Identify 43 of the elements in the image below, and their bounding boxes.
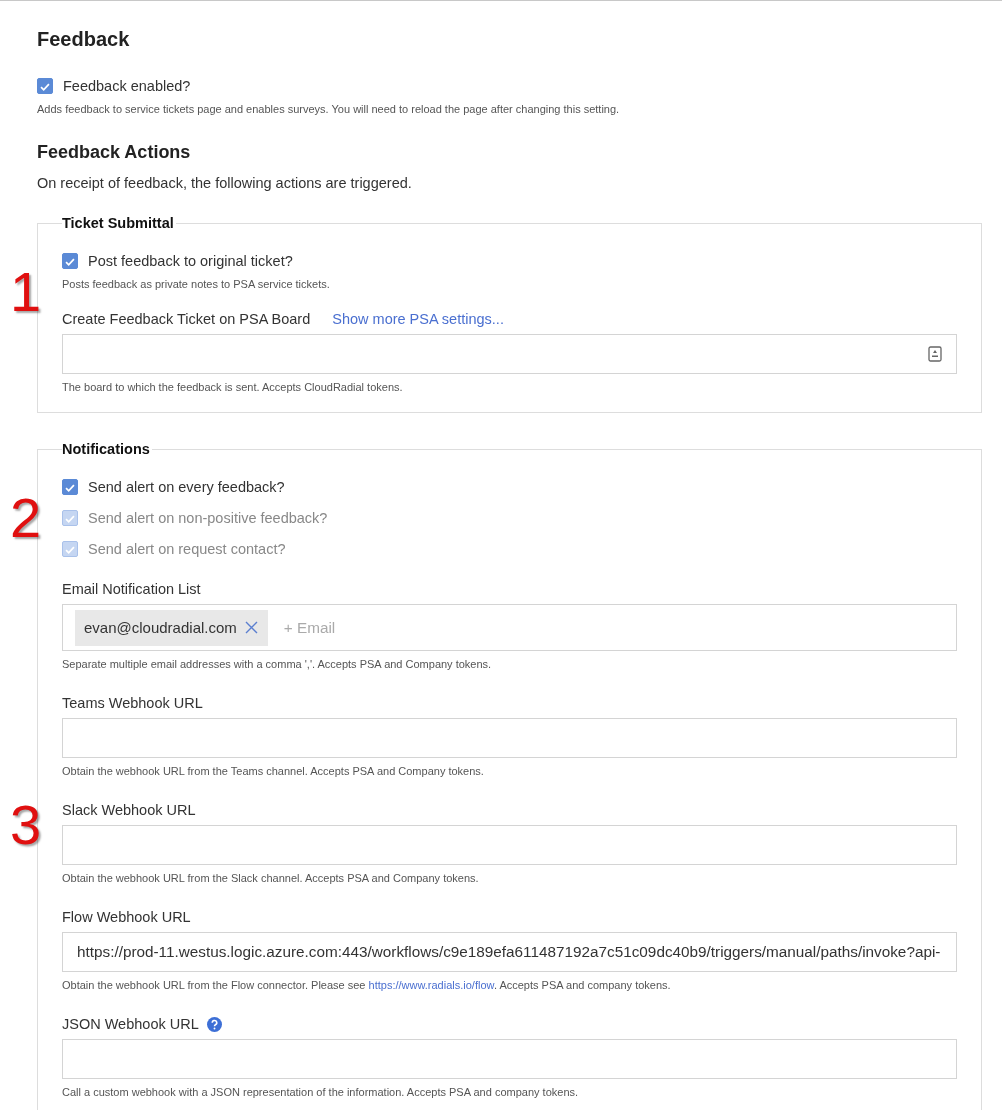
hint-text: Obtain the webhook URL from the Slack channel. Accepts PSA and Company tokens.	[62, 872, 480, 884]
email-address: evan@cloudradial.com	[84, 619, 237, 636]
hint-text: Adds feedback to service tickets page and enables surveys. You will need to reload the page after changing this setting.	[37, 103, 621, 115]
flow-link[interactable]: https://www.radials.io/flow	[368, 979, 494, 991]
hint-text: Separate multiple email addresses with a comma ','. Accepts PSA and Company tokens.	[62, 658, 493, 670]
checkbox[interactable]	[62, 253, 78, 269]
email-tag-field[interactable]: evan@cloudradial.com + Email	[62, 604, 957, 651]
field-label: Email Notification List	[62, 580, 201, 598]
text-field[interactable]	[62, 334, 957, 374]
annotation-number: 1	[10, 264, 42, 320]
section-title: Notifications	[62, 441, 151, 457]
help-icon[interactable]	[206, 1016, 222, 1032]
text-field[interactable]	[62, 1039, 957, 1079]
checkbox-label: Post feedback to original ticket?	[88, 253, 293, 269]
hint-text: Obtain the webhook URL from the Teams channel. Accepts PSA and Company tokens.	[62, 765, 485, 777]
hint-text: Obtain the webhook URL from the Flow connector. Please see https://www.radials.io/flow. Accepts PSA and company tokens.	[62, 979, 672, 991]
hint-text: Posts feedback as private notes to PSA service tickets.	[62, 278, 331, 290]
checkbox-label: Send alert on request contact?	[88, 541, 286, 557]
checkbox[interactable]	[37, 78, 53, 94]
checkbox-label: Feedback enabled?	[63, 78, 191, 94]
text-field[interactable]: https://prod-11.westus.logic.azure.com:443/workflows/c9e189efa611487192a7c51c09dc40b9/triggers/manual/paths/invoke?api-	[62, 932, 957, 972]
email-input[interactable]: + Email	[283, 618, 944, 637]
settings-link[interactable]: Show more PSA settings...	[332, 311, 504, 327]
checkbox-label: Send alert on non-positive feedback?	[88, 510, 328, 526]
annotation-number: 2	[10, 490, 42, 546]
section-title: Ticket Submittal	[62, 215, 175, 231]
field-label: Teams Webhook URL	[62, 694, 203, 712]
checkbox-label: Send alert on every feedback?	[88, 479, 285, 495]
page-title: Feedback	[37, 27, 131, 51]
checkbox[interactable]	[62, 479, 78, 495]
remove-icon[interactable]	[244, 621, 258, 634]
hint-text: Call a custom webhook with a JSON representation of the information. Accepts PSA and company tokens.	[62, 1086, 580, 1098]
token-picker-icon[interactable]	[928, 346, 942, 362]
field-label: Flow Webhook URL	[62, 908, 191, 926]
field-label: Create Feedback Ticket on PSA Board	[62, 310, 311, 328]
annotation-number: 3	[10, 797, 42, 853]
description-text: On receipt of feedback, the following actions are triggered.	[37, 175, 413, 191]
hint-text: The board to which the feedback is sent. Accepts CloudRadial tokens.	[62, 381, 404, 393]
text-field[interactable]	[62, 825, 957, 865]
field-label: Slack Webhook URL	[62, 801, 196, 819]
field-label: JSON Webhook URL	[62, 1015, 199, 1033]
section-heading: Feedback Actions	[37, 141, 192, 163]
text-field[interactable]	[62, 718, 957, 758]
